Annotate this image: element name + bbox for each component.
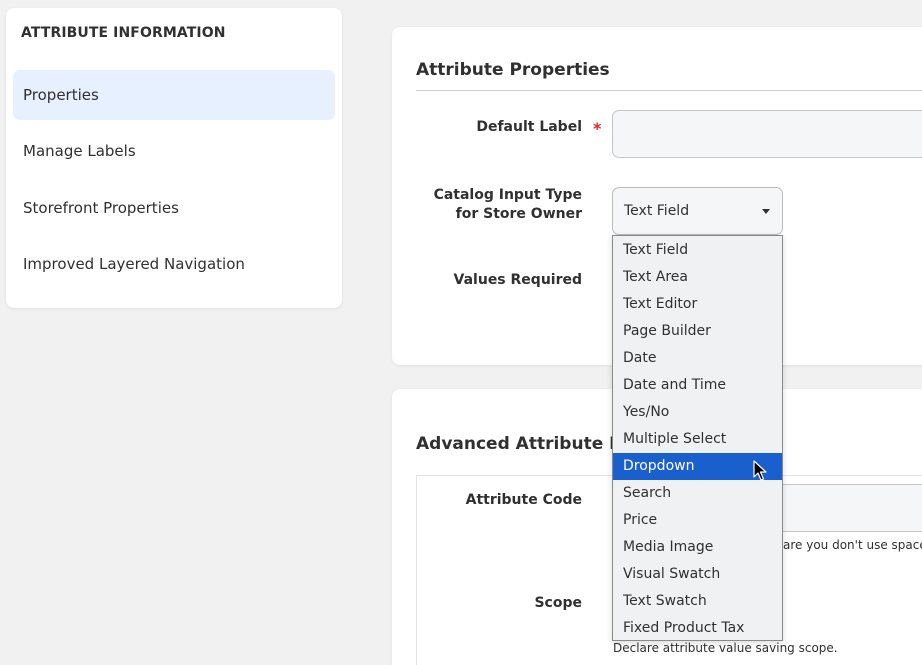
option-date[interactable]: Date: [613, 345, 782, 372]
option-text-area[interactable]: Text Area: [613, 264, 782, 291]
sidebar-item-storefront-properties[interactable]: Storefront Properties: [13, 183, 335, 233]
sidebar-item-improved-layered-navigation[interactable]: Improved Layered Navigation: [13, 239, 335, 289]
option-fixed-product-tax[interactable]: Fixed Product Tax: [613, 615, 782, 642]
section-divider: [416, 90, 922, 91]
scope-label: Scope: [534, 595, 582, 611]
default-label-input[interactable]: [612, 110, 922, 158]
sidebar-item-properties[interactable]: Properties: [13, 70, 335, 120]
sidebar-title: ATTRIBUTE INFORMATION: [21, 25, 226, 41]
mouse-pointer-icon: [753, 460, 767, 481]
option-search[interactable]: Search: [613, 480, 782, 507]
required-mark: *: [593, 119, 602, 138]
input-type-dropdown-list: Text Field Text Area Text Editor Page Bu…: [612, 235, 783, 641]
catalog-input-type-label-line1: Catalog Input Type: [433, 187, 582, 203]
select-value: Text Field: [624, 203, 690, 219]
option-price[interactable]: Price: [613, 507, 782, 534]
option-multiple-select[interactable]: Multiple Select: [613, 426, 782, 453]
scope-hint: Declare attribute value saving scope.: [613, 641, 838, 655]
option-media-image[interactable]: Media Image: [613, 534, 782, 561]
values-required-label: Values Required: [453, 272, 582, 288]
option-text-editor[interactable]: Text Editor: [613, 291, 782, 318]
attribute-code-label: Attribute Code: [465, 492, 582, 508]
option-text-swatch[interactable]: Text Swatch: [613, 588, 782, 615]
section-title-advanced: Advanced Attribute Pro: [416, 434, 642, 454]
sidebar-item-manage-labels[interactable]: Manage Labels: [13, 126, 335, 176]
attribute-code-hint: are you don't use spaces o: [783, 538, 922, 552]
catalog-input-type-select[interactable]: Text Field: [612, 187, 783, 235]
option-date-and-time[interactable]: Date and Time: [613, 372, 782, 399]
attribute-code-input[interactable]: [783, 484, 922, 532]
chevron-down-icon: [762, 209, 770, 214]
catalog-input-type-label-line2: for Store Owner: [455, 206, 582, 222]
default-label-label: Default Label: [476, 119, 582, 135]
section-title-attribute-properties: Attribute Properties: [416, 60, 610, 80]
catalog-input-type-label: Catalog Input Type for Store Owner: [382, 186, 582, 224]
option-yes-no[interactable]: Yes/No: [613, 399, 782, 426]
option-page-builder[interactable]: Page Builder: [613, 318, 782, 345]
attribute-info-sidebar: ATTRIBUTE INFORMATION Properties Manage …: [6, 8, 342, 308]
option-text-field[interactable]: Text Field: [613, 237, 782, 264]
option-visual-swatch[interactable]: Visual Swatch: [613, 561, 782, 588]
